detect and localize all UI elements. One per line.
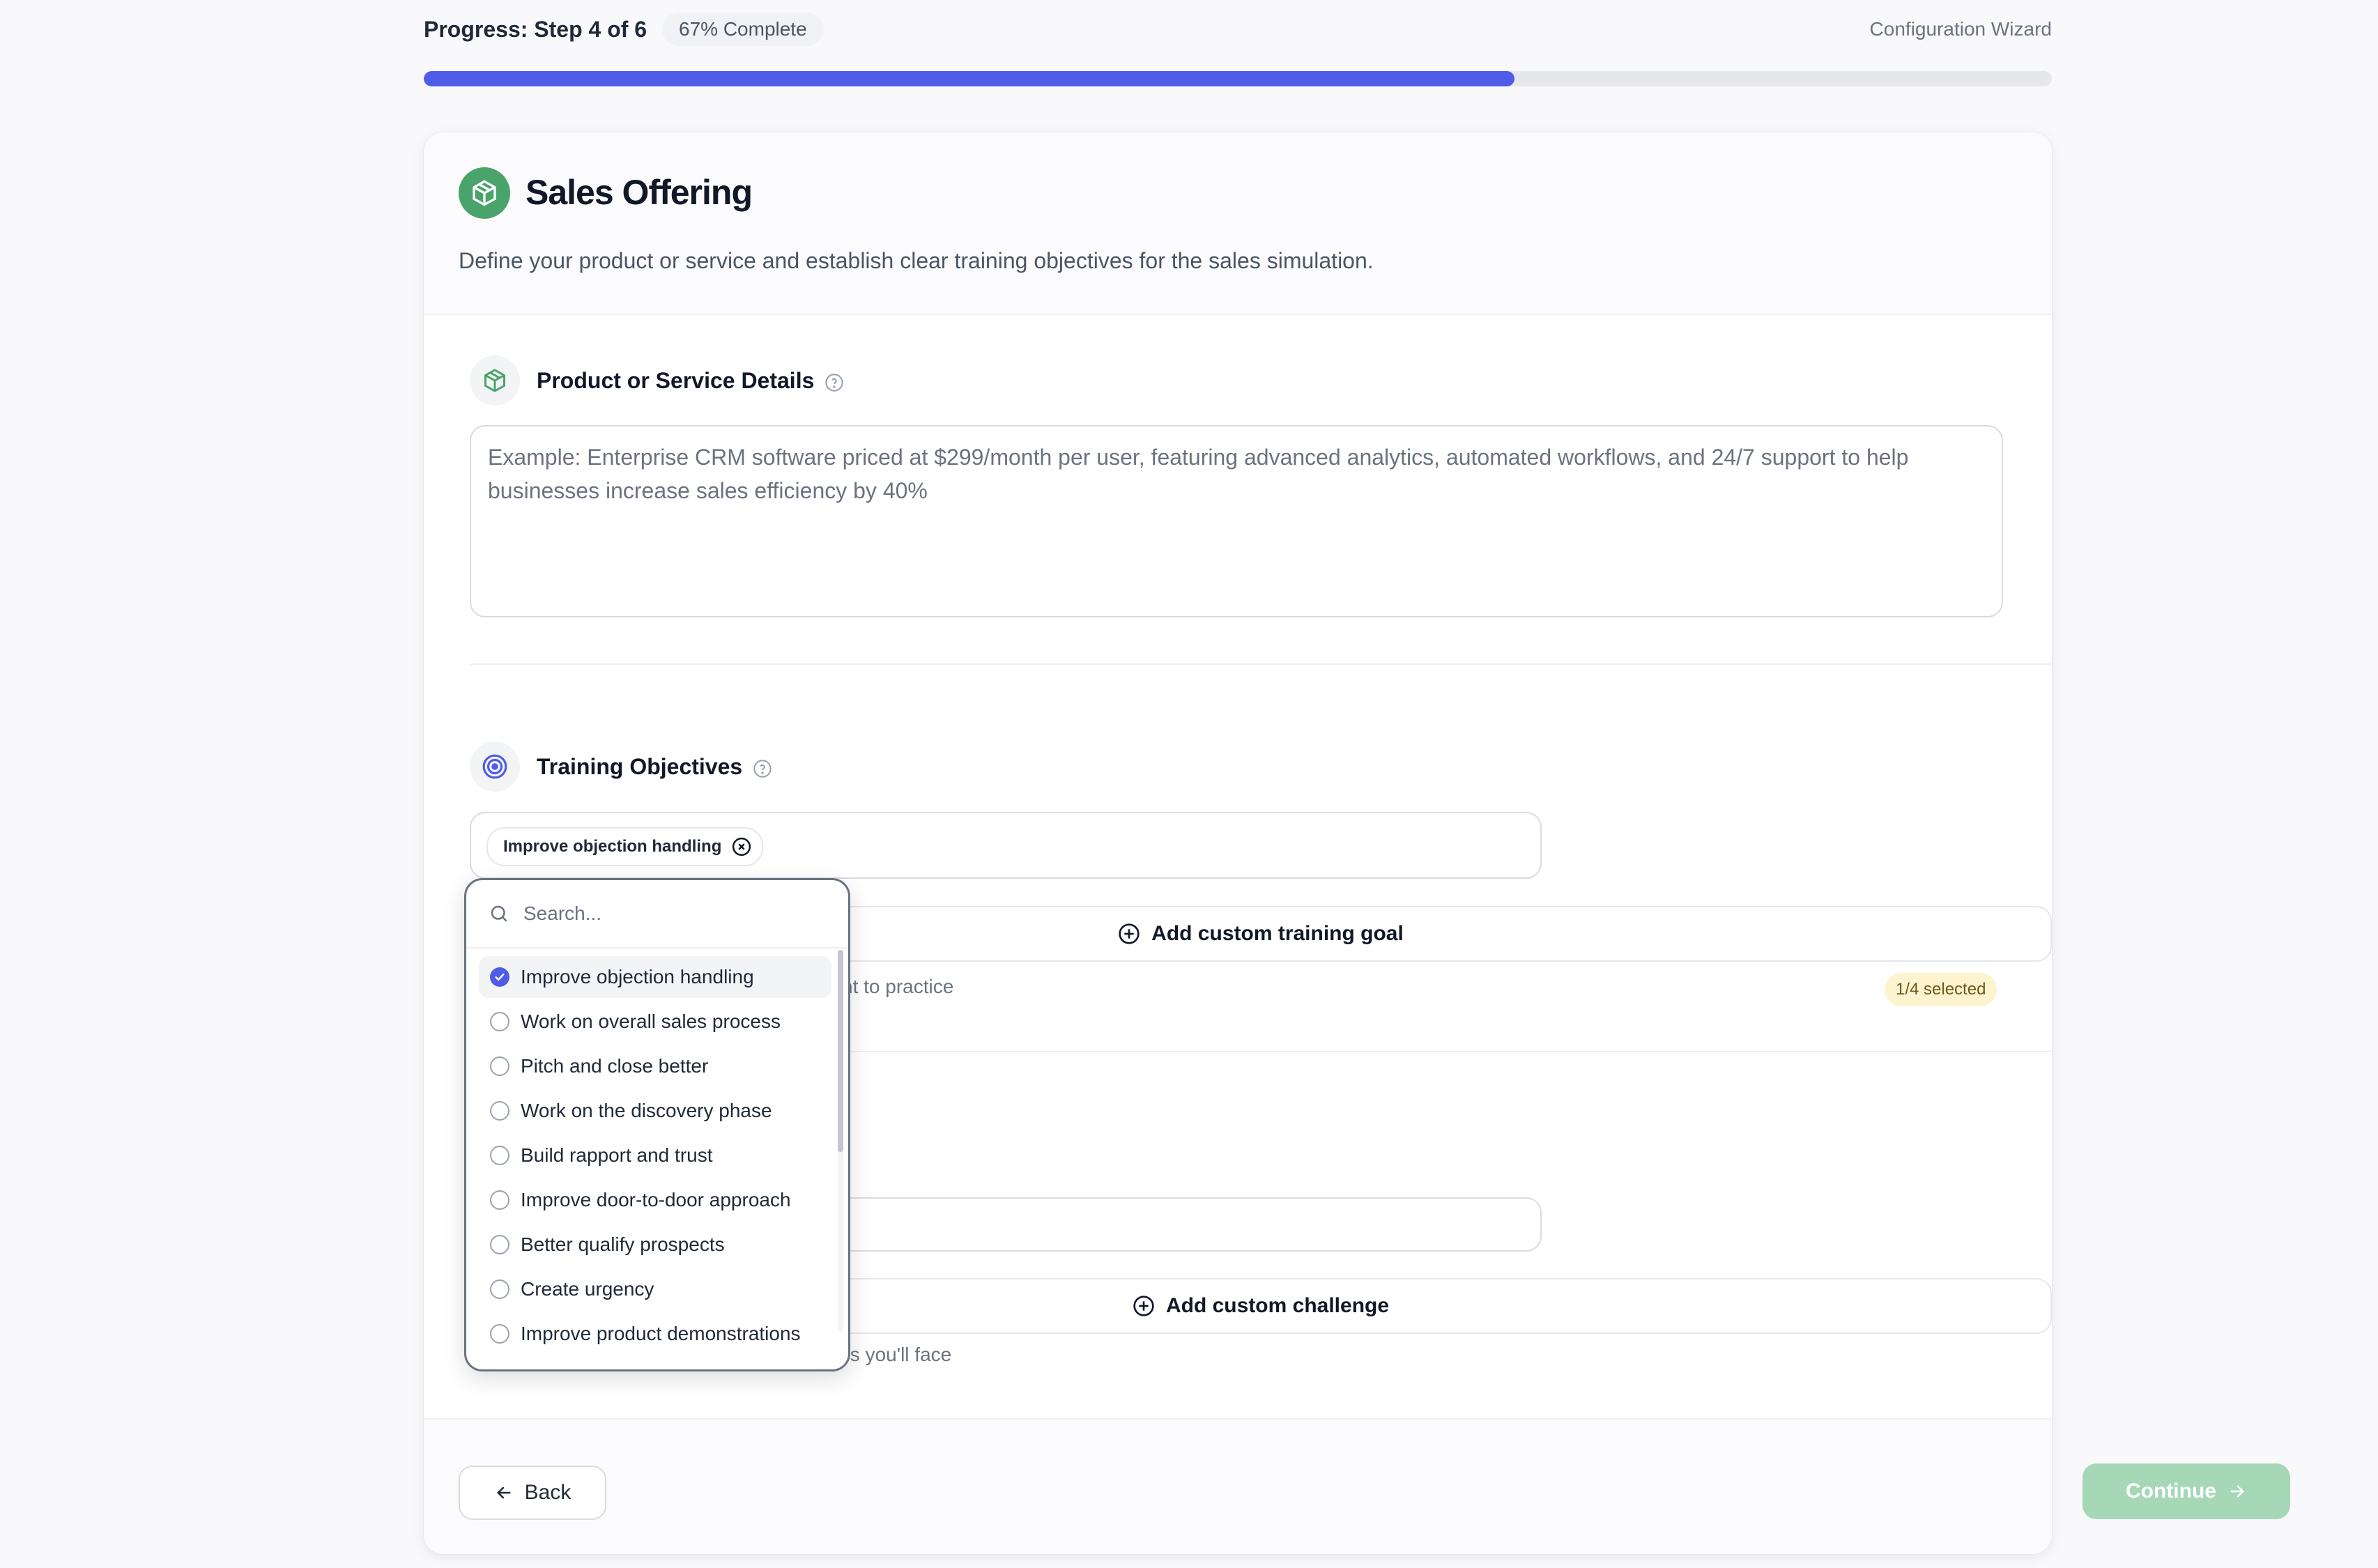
dropdown-search (466, 880, 848, 948)
objectives-multiselect[interactable]: Improve objection handling (470, 812, 1542, 879)
page-description: Define your product or service and estab… (459, 248, 1374, 273)
option-label: Improve objection handling (521, 966, 754, 987)
unchecked-radio-icon (490, 1235, 509, 1254)
product-details-textarea[interactable]: Example: Enterprise CRM software priced … (470, 425, 2003, 617)
add-custom-challenge-label: Add custom challenge (1165, 1294, 1390, 1317)
product-section-label: Product or Service Details (537, 368, 815, 393)
dropdown-scrollbar-thumb[interactable] (838, 950, 843, 1152)
objectives-section-title: Training Objectives (537, 751, 772, 782)
unchecked-radio-icon (490, 1056, 509, 1076)
target-icon (470, 741, 520, 792)
unchecked-radio-icon (490, 1146, 509, 1165)
option-work-on-overall-sales-process[interactable]: Work on overall sales process (479, 1001, 831, 1043)
challenges-hint: les you'll face (835, 1344, 952, 1365)
unchecked-radio-icon (490, 1279, 509, 1299)
continue-button[interactable]: Continue (2082, 1463, 2290, 1519)
selected-objective-chip: Improve objection handling (486, 827, 764, 866)
arrow-right-icon (2230, 1485, 2244, 1498)
option-work-on-discovery-phase[interactable]: Work on the discovery phase (479, 1090, 831, 1132)
objectives-hint: nt to practice (842, 976, 954, 997)
help-icon[interactable] (824, 373, 844, 392)
back-label: Back (524, 1481, 572, 1504)
objectives-section-label: Training Objectives (537, 754, 743, 779)
add-custom-goal-label: Add custom training goal (1151, 922, 1404, 945)
progress-percent-badge: 67% Complete (662, 13, 824, 46)
search-input[interactable] (522, 902, 818, 925)
option-build-rapport-and-trust[interactable]: Build rapport and trust (479, 1135, 831, 1176)
search-icon (491, 905, 507, 922)
option-improve-product-demonstrations[interactable]: Improve product demonstrations (479, 1313, 831, 1355)
option-create-urgency[interactable]: Create urgency (479, 1268, 831, 1310)
section-divider (470, 663, 2052, 665)
option-label: Work on the discovery phase (521, 1100, 772, 1121)
plus-circle-icon (1119, 923, 1140, 944)
arrow-left-icon (496, 1486, 511, 1499)
card-footer: Back (424, 1418, 2052, 1554)
option-label: Work on overall sales process (521, 1010, 781, 1032)
selected-count-badge: 1/4 selected (1885, 973, 1997, 1006)
page-title: Sales Offering (526, 173, 753, 212)
progress-bar-fill (424, 71, 1515, 86)
unchecked-radio-icon (490, 1324, 509, 1344)
remove-chip-icon[interactable] (731, 836, 752, 857)
objectives-dropdown: Improve objection handling Work on overa… (464, 878, 850, 1371)
option-label: Improve door-to-door approach (521, 1189, 791, 1210)
chip-label: Improve objection handling (503, 837, 722, 856)
back-button[interactable]: Back (459, 1466, 606, 1520)
product-section-title: Product or Service Details (537, 365, 844, 396)
option-better-qualify-prospects[interactable]: Better qualify prospects (479, 1224, 831, 1266)
card-header: Sales Offering Define your product or se… (424, 132, 2052, 315)
plus-circle-icon (1133, 1296, 1154, 1316)
package-icon (470, 355, 520, 406)
help-icon[interactable] (753, 759, 772, 778)
option-pitch-and-close-better[interactable]: Pitch and close better (479, 1045, 831, 1087)
option-label: Build rapport and trust (521, 1144, 713, 1166)
unchecked-radio-icon (490, 1012, 509, 1031)
option-improve-door-to-door-approach[interactable]: Improve door-to-door approach (479, 1179, 831, 1221)
continue-label: Continue (2126, 1479, 2216, 1502)
checked-icon (490, 967, 509, 987)
wizard-label: Configuration Wizard (1869, 18, 2052, 40)
progress-bar (424, 71, 2052, 86)
option-label: Create urgency (521, 1278, 654, 1300)
progress-title: Progress: Step 4 of 6 (424, 17, 647, 42)
unchecked-radio-icon (490, 1101, 509, 1121)
option-label: Pitch and close better (521, 1055, 709, 1077)
unchecked-radio-icon (490, 1190, 509, 1210)
option-label: Better qualify prospects (521, 1233, 725, 1255)
option-improve-objection-handling[interactable]: Improve objection handling (479, 956, 831, 998)
package-icon (459, 167, 510, 219)
option-label: Improve product demonstrations (521, 1323, 801, 1344)
